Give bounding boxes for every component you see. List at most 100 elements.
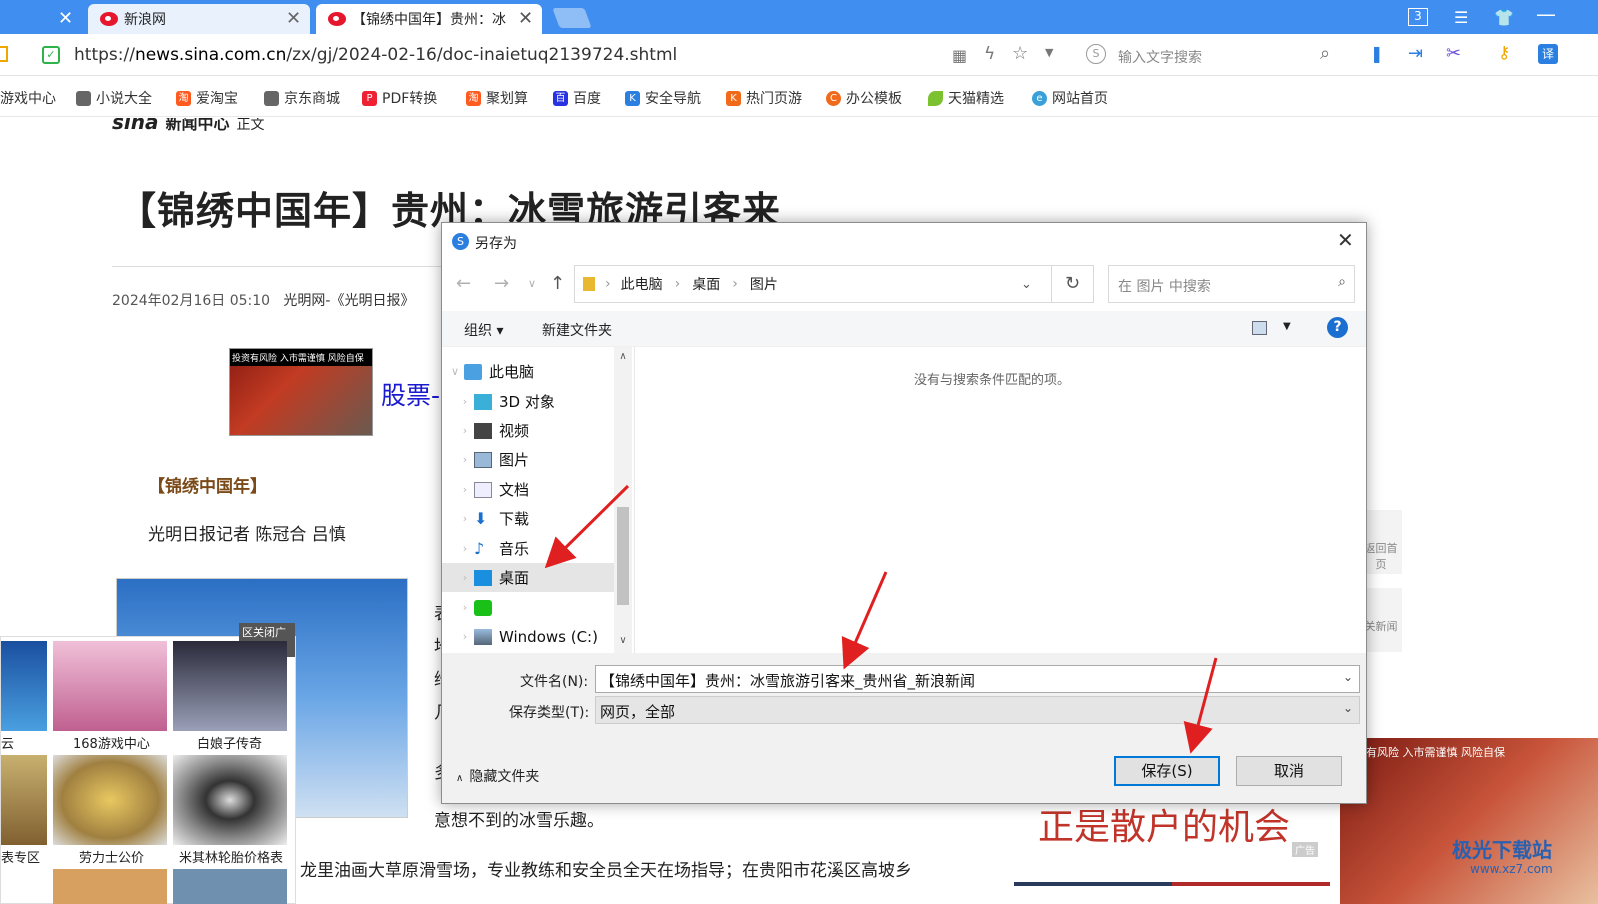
login-icon[interactable]: ⇥ (1408, 43, 1423, 64)
ad-image[interactable]: 投资有风险 入市需谨慎 风险自保 (229, 348, 373, 436)
search-icon[interactable]: ⌕ (1320, 43, 1330, 64)
home-icon[interactable] (0, 46, 8, 62)
organize-menu[interactable]: 组织 ▾ (464, 320, 503, 340)
forward-icon[interactable]: → (494, 273, 509, 294)
ad-caption[interactable]: 劳力士公价 (79, 847, 144, 866)
skin-icon[interactable]: 👕 (1494, 8, 1514, 27)
lightning-icon[interactable]: ϟ (984, 44, 995, 64)
ad-thumbnail[interactable] (53, 869, 167, 904)
scissors-icon[interactable]: ✂ (1446, 43, 1461, 64)
bookmark-item[interactable]: 淘聚划算 (466, 88, 528, 108)
ad-caption[interactable]: 168游戏中心 (73, 733, 150, 752)
ad-thumbnail[interactable] (173, 755, 287, 845)
extension-icon[interactable]: ❚ (1370, 44, 1383, 63)
crumb-this-pc[interactable]: 此电脑 (621, 274, 663, 294)
tree-item-pictures[interactable]: › 图片 (442, 445, 614, 474)
tree-item-iqiyi[interactable]: › (442, 593, 614, 622)
source-link[interactable]: 光明网-《光明日报》 (283, 293, 414, 309)
ad-thumbnail[interactable] (53, 641, 167, 731)
bookmark-item[interactable]: e 网站首页 (1032, 88, 1108, 108)
baidu-icon: 百 (553, 90, 568, 106)
right-ad-image[interactable]: 有风险 入市需谨慎 风险自保 (1340, 738, 1598, 904)
ad-caption[interactable]: 表专区 (1, 847, 40, 866)
ad-thumbnail[interactable] (1, 641, 47, 731)
tree-item-videos[interactable]: › 视频 (442, 416, 614, 445)
key-icon[interactable]: ⚷ (1498, 43, 1510, 63)
minimize-icon[interactable]: — (1536, 2, 1556, 26)
ad-caption[interactable]: 白娘子传奇 (197, 733, 262, 752)
chevron-down-icon[interactable]: ∨ (528, 277, 536, 290)
tree-item-documents[interactable]: › 文档 (442, 475, 614, 504)
crumb-pictures[interactable]: 图片 (750, 274, 778, 294)
view-icon[interactable] (1252, 321, 1267, 335)
filename-input[interactable]: 【锦绣中国年】贵州：冰雪旅游引客来_贵州省_新浪新闻 ⌄ (595, 665, 1360, 693)
tab-article[interactable]: 【锦绣中国年】贵州：冰 ✕ (316, 4, 542, 34)
new-folder-button[interactable]: 新建文件夹 (542, 320, 612, 340)
chevron-down-icon[interactable]: ⌄ (1343, 670, 1353, 684)
qrcode-icon[interactable]: ▦ (952, 46, 967, 65)
ad-caption[interactable]: 云 (1, 733, 14, 752)
ad-thumbnail[interactable] (173, 869, 287, 904)
close-icon[interactable]: ✕ (286, 10, 301, 28)
bookmark-item[interactable]: 淘爱淘宝 (176, 88, 238, 108)
up-icon[interactable]: ↑ (550, 273, 565, 294)
bookmark-label: 安全导航 (645, 91, 701, 107)
ad-thumbnail[interactable] (53, 755, 167, 845)
scroll-down-icon[interactable]: ∨ (614, 635, 632, 646)
scroll-up-icon[interactable]: ∧ (614, 351, 632, 362)
tree-item-downloads[interactable]: › ⬇ 下载 (442, 504, 614, 533)
sina-logo[interactable]: sina 新闻中心 正文 (112, 118, 264, 134)
right-ad-text[interactable]: 正是散户的机会 (1038, 798, 1290, 850)
tree-item-3d[interactable]: › 3D 对象 (442, 387, 614, 416)
tree-item-this-pc[interactable]: ∨ 此电脑 (442, 357, 614, 386)
save-button[interactable]: 保存(S) (1114, 756, 1220, 786)
chevron-down-icon[interactable]: ▼ (1283, 321, 1291, 332)
tab-sina[interactable]: 新浪网 ✕ (88, 4, 310, 34)
ad-thumbnail[interactable] (173, 641, 287, 731)
folder-search-input[interactable]: 在 图片 中搜索 ⌕ (1108, 265, 1355, 303)
bookmark-item[interactable]: 小说大全 (76, 88, 152, 108)
cancel-button[interactable]: 取消 (1236, 756, 1342, 786)
tree-item-music[interactable]: › ♪ 音乐 (442, 534, 614, 563)
ad-caption[interactable]: 米其林轮胎价格表 (179, 847, 283, 866)
tab-partial[interactable]: ✕ (0, 4, 82, 34)
ad-thumbnail[interactable] (1, 755, 47, 845)
help-icon[interactable]: ? (1327, 317, 1348, 338)
bookmark-item[interactable]: P PDF转换 (362, 88, 437, 108)
crumb-desktop[interactable]: 桌面 (692, 274, 720, 294)
new-tab-button[interactable] (552, 8, 592, 28)
translate-icon[interactable]: 译 (1538, 44, 1558, 64)
close-icon[interactable]: ✕ (518, 10, 533, 28)
search-input[interactable]: 输入文字搜索 (1118, 47, 1202, 67)
hide-folders-toggle[interactable]: ∧ 隐藏文件夹 (456, 766, 539, 786)
bookmark-item[interactable]: 天猫精选 (928, 88, 1004, 108)
close-icon[interactable]: ✕ (1337, 228, 1354, 252)
breadcrumb[interactable]: › 此电脑 › 桌面 › 图片 ⌄ (574, 265, 1052, 303)
author: 光明日报记者 陈冠合 吕慎 (148, 525, 346, 545)
bookmark-item[interactable]: 百百度 (553, 88, 601, 108)
star-icon[interactable]: ☆ (1012, 43, 1028, 64)
chevron-down-icon[interactable]: ⌄ (1021, 277, 1032, 292)
bookmark-item[interactable]: K 热门页游 (726, 88, 802, 108)
tree-item-desktop[interactable]: › 桌面 (442, 563, 614, 592)
scrollbar-thumb[interactable] (617, 507, 629, 605)
dialog-footer: 文件名(N): 【锦绣中国年】贵州：冰雪旅游引客来_贵州省_新浪新闻 ⌄ 保存类型… (442, 653, 1366, 803)
tree-item-drive-c[interactable]: › Windows (C:) (442, 622, 614, 651)
chevron-down-icon[interactable]: ⌄ (1343, 701, 1353, 715)
filetype-select[interactable]: 网页，全部 ⌄ (595, 696, 1360, 724)
bookmark-item[interactable]: 游戏中心 (0, 88, 56, 108)
floating-ad[interactable]: 区关闭广告 云 168游戏中心 白娘子传奇 表专区 劳力士公价 米其林轮胎价格表 (0, 623, 296, 904)
tab-count-badge[interactable]: 3 (1408, 8, 1428, 26)
tree-scrollbar[interactable]: ∧ ∨ (614, 347, 632, 653)
bookmark-item[interactable]: K 安全导航 (625, 88, 701, 108)
chevron-down-icon[interactable]: ▼ (1045, 46, 1053, 59)
shield-icon[interactable]: ✓ (42, 46, 60, 64)
ad-link[interactable]: 股票- (381, 376, 440, 412)
menu-icon[interactable]: ☰ (1454, 8, 1468, 27)
bookmark-item[interactable]: 京东商城 (264, 88, 340, 108)
bookmark-item[interactable]: C 办公模板 (826, 88, 902, 108)
close-icon[interactable]: ✕ (58, 10, 73, 28)
url-field[interactable]: https://news.sina.com.cn/zx/gj/2024-02-1… (74, 45, 677, 65)
back-icon[interactable]: ← (456, 273, 471, 294)
refresh-icon[interactable]: ↻ (1052, 265, 1094, 303)
